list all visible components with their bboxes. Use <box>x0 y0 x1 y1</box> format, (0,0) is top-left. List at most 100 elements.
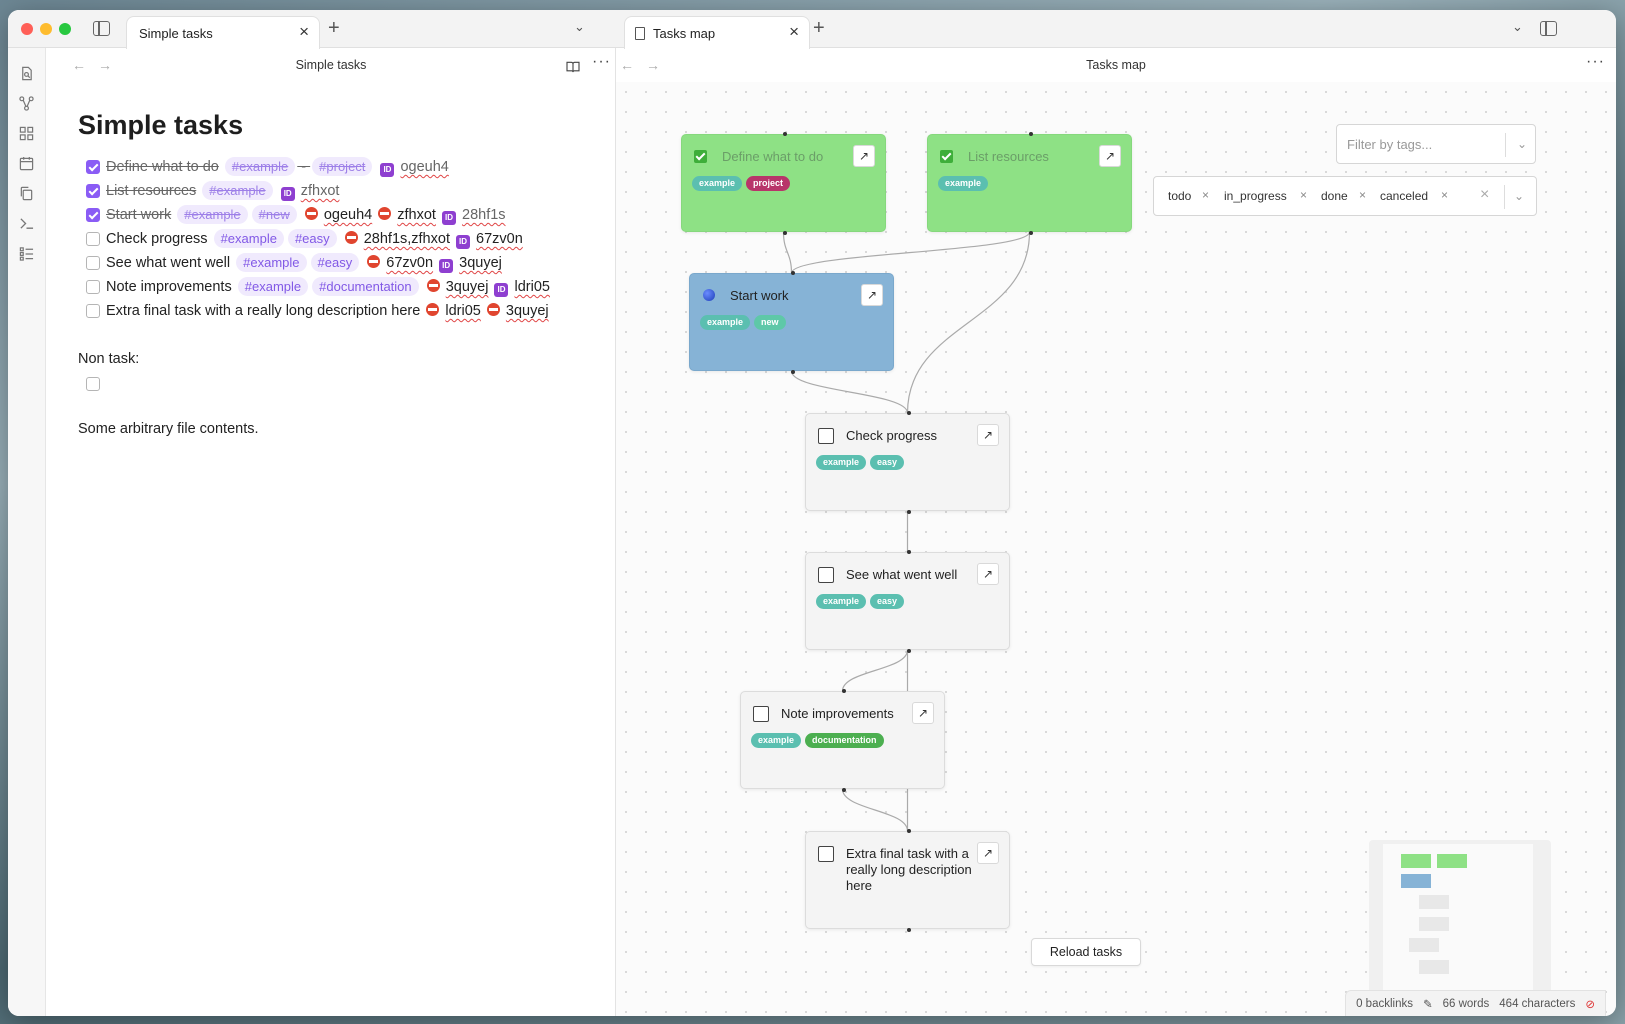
node-checkbox[interactable] <box>753 706 769 722</box>
in-progress-icon <box>703 289 715 301</box>
sync-disabled-icon[interactable]: ⊘ <box>1585 997 1595 1011</box>
edit-mode-icon[interactable]: ✎ <box>1423 997 1433 1011</box>
tasks-map-canvas[interactable]: Define what to do ↗ example project List res… <box>616 82 1616 1016</box>
minimap-node <box>1401 854 1431 868</box>
task-node[interactable]: Define what to do ↗ example project <box>681 132 886 235</box>
graph-view-icon[interactable] <box>19 96 34 111</box>
chevron-down-icon[interactable]: ⌄ <box>1514 189 1524 203</box>
task-checkbox[interactable] <box>86 208 100 222</box>
task-tag[interactable]: #example <box>213 229 284 248</box>
task-tag[interactable]: #example <box>237 277 309 296</box>
minimap[interactable] <box>1369 840 1551 1004</box>
tab-list-chevron-icon[interactable]: ⌄ <box>1512 19 1523 35</box>
task-tag[interactable]: #example <box>177 205 248 224</box>
task-tag[interactable]: #easy <box>287 229 337 248</box>
chevron-down-icon[interactable]: ⌄ <box>1517 137 1527 151</box>
note-title-header: Simple tasks <box>295 58 367 72</box>
task-node[interactable]: Check progress ↗ example easy <box>805 411 1010 514</box>
reload-tasks-button[interactable]: Reload tasks <box>1031 938 1141 966</box>
minimize-window-button[interactable] <box>40 23 52 35</box>
task-tag[interactable]: #example <box>236 253 307 272</box>
dependency-edge <box>841 788 909 832</box>
open-link-icon[interactable]: ↗ <box>977 424 999 446</box>
close-tab-icon[interactable]: × <box>789 22 799 42</box>
node-title: List resources <box>968 149 1049 164</box>
dependency-edge <box>906 231 1031 414</box>
sidebar-toggle-icon[interactable] <box>93 21 110 36</box>
task-node[interactable]: Note improvements ↗ example documentation <box>740 689 945 792</box>
terminal-icon[interactable] <box>19 216 34 231</box>
open-link-icon[interactable]: ↗ <box>861 284 883 306</box>
backlinks-count[interactable]: 0 backlinks <box>1356 998 1413 1010</box>
page-title: Simple tasks <box>78 110 244 140</box>
minimap-node <box>1419 960 1449 974</box>
more-options-icon[interactable]: ··· <box>1586 53 1605 71</box>
task-tag[interactable]: #new <box>251 205 297 224</box>
tab-label: Simple tasks <box>139 26 213 41</box>
task-tag[interactable]: #project <box>312 157 373 176</box>
task-checkbox[interactable] <box>86 280 100 294</box>
note-document: Simple tasks Define what to do #example … <box>78 110 598 437</box>
task-node[interactable]: List resources ↗ example <box>927 132 1132 235</box>
task-tag[interactable]: #example <box>202 181 273 200</box>
task-checkbox[interactable] <box>86 304 100 318</box>
minimap-node <box>1401 874 1431 888</box>
clear-icon[interactable]: × <box>1480 186 1489 204</box>
node-tag: example <box>938 176 989 191</box>
tag-filter-select[interactable]: Filter by tags... ⌄ <box>1336 124 1536 164</box>
task-node[interactable]: See what went well ↗ example easy <box>805 550 1010 653</box>
task-checkbox[interactable] <box>86 232 100 246</box>
right-sidebar-toggle-icon[interactable] <box>1540 21 1557 36</box>
task-id-icon: ID <box>380 163 395 177</box>
new-tab-icon[interactable]: + <box>813 17 825 40</box>
task-tag[interactable]: #easy <box>310 253 360 272</box>
file-contents-text: Some arbitrary file contents. <box>78 421 259 437</box>
tab-list-chevron-icon[interactable]: ⌄ <box>574 19 585 35</box>
task-list-icon[interactable] <box>19 246 34 261</box>
close-window-button[interactable] <box>21 23 33 35</box>
open-link-icon[interactable]: ↗ <box>977 563 999 585</box>
tab-simple-tasks[interactable]: Simple tasks × <box>126 16 320 49</box>
node-checkbox[interactable] <box>818 846 834 862</box>
open-link-icon[interactable]: ↗ <box>977 842 999 864</box>
calendar-icon[interactable] <box>19 156 34 171</box>
task-id-icon: ID <box>441 211 456 225</box>
check-done-icon <box>694 150 707 163</box>
node-checkbox[interactable] <box>818 567 834 583</box>
more-options-icon[interactable]: ··· <box>592 53 611 71</box>
remove-chip-icon[interactable]: × <box>1441 188 1448 202</box>
node-checkbox[interactable] <box>818 428 834 444</box>
task-checkbox[interactable] <box>86 256 100 270</box>
canvas-icon[interactable] <box>19 126 34 141</box>
open-link-icon[interactable]: ↗ <box>912 702 934 724</box>
open-link-icon[interactable]: ↗ <box>853 145 875 167</box>
remove-chip-icon[interactable]: × <box>1300 188 1307 202</box>
open-link-icon[interactable]: ↗ <box>1099 145 1121 167</box>
zoom-window-button[interactable] <box>59 23 71 35</box>
task-checkbox[interactable] <box>86 160 100 174</box>
remove-chip-icon[interactable]: × <box>1359 188 1366 202</box>
task-node[interactable]: Start work ↗ example new <box>689 271 894 374</box>
task-id-icon: ID <box>439 259 454 273</box>
new-tab-icon[interactable]: + <box>328 17 340 40</box>
separator: - <box>297 159 311 175</box>
remove-chip-icon[interactable]: × <box>1202 188 1209 202</box>
task-item: Extra final task with a really long desc… <box>78 299 598 323</box>
tab-tasks-map[interactable]: Tasks map × <box>624 16 810 49</box>
node-tag: easy <box>870 594 905 609</box>
connection-port <box>790 370 795 374</box>
task-checkbox[interactable] <box>86 184 100 198</box>
close-tab-icon[interactable]: × <box>299 22 309 42</box>
status-filter-select[interactable]: × ⌄ todo × in_progress × done × canceled × <box>1153 176 1537 216</box>
open-quick-switcher-icon[interactable] <box>19 66 34 81</box>
copy-icon[interactable] <box>19 186 34 201</box>
task-tag[interactable]: #documentation <box>312 277 419 296</box>
connection-port <box>906 550 911 554</box>
task-tag[interactable]: #example <box>224 157 296 176</box>
tag-filter-placeholder: Filter by tags... <box>1347 137 1433 152</box>
empty-checkbox[interactable] <box>86 377 100 391</box>
reading-view-icon[interactable] <box>566 60 580 73</box>
blocked-by-icon <box>426 303 440 316</box>
task-node[interactable]: Extra final task with a really long desc… <box>805 829 1010 932</box>
task-id-icon: ID <box>280 187 295 201</box>
